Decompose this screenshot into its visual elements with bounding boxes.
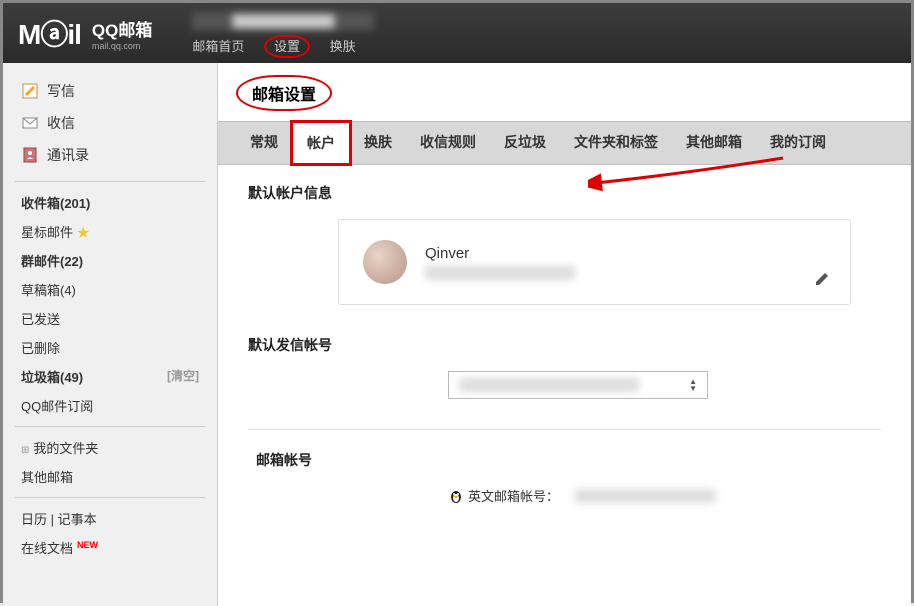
select-arrows-icon: ▲▼	[689, 378, 697, 392]
sidebar-docs[interactable]: 在线文档NEW	[3, 533, 217, 562]
nav-settings[interactable]: 设置	[264, 35, 310, 58]
receive-label: 收信	[47, 113, 75, 133]
main-content: 邮箱设置 常规 帐户 换肤 收信规则 反垃圾 文件夹和标签 其他邮箱 我的订阅 …	[218, 63, 911, 606]
sidebar: 写信 收信 通讯录 收件箱(201) 星标邮件 ★ 群邮件(22) 草稿箱(4)…	[3, 63, 218, 606]
receive-icon	[21, 114, 39, 132]
logo-mail-text: Mⓐil	[18, 13, 81, 53]
account-email-redacted	[425, 266, 575, 280]
brand-main: QQ邮箱	[92, 16, 152, 41]
header-bar: Mⓐil QQ邮箱 mail.qq.com ████████████ 邮箱首页 …	[3, 3, 911, 63]
edit-icon[interactable]	[814, 271, 830, 290]
sidebar-calendar-notes[interactable]: 日历 | 记事本	[3, 504, 217, 533]
user-display: ████████████	[192, 12, 374, 30]
spam-clear-action[interactable]: [清空]	[167, 367, 199, 386]
account-card: Qinver	[338, 219, 851, 305]
sidebar-drafts[interactable]: 草稿箱(4)	[3, 275, 217, 304]
tab-folders[interactable]: 文件夹和标签	[560, 122, 672, 164]
contacts-label: 通讯录	[47, 145, 89, 165]
nav-home[interactable]: 邮箱首页	[192, 39, 244, 54]
avatar	[363, 240, 407, 284]
contacts-icon	[21, 146, 39, 164]
sidebar-other-mailbox[interactable]: 其他邮箱	[3, 462, 217, 491]
sidebar-compose[interactable]: 写信	[17, 75, 203, 107]
account-name: Qinver	[425, 245, 575, 262]
logo-area: Mⓐil QQ邮箱 mail.qq.com	[18, 13, 152, 53]
select-value-redacted	[459, 378, 639, 392]
star-icon: ★	[77, 225, 90, 240]
sidebar-contacts[interactable]: 通讯录	[17, 139, 203, 171]
tab-subscription[interactable]: 我的订阅	[756, 122, 840, 164]
page-title: 邮箱设置	[236, 75, 332, 111]
settings-tabs: 常规 帐户 换肤 收信规则 反垃圾 文件夹和标签 其他邮箱 我的订阅	[218, 121, 911, 165]
section-mailbox-account: 邮箱帐号	[256, 450, 881, 470]
tab-general[interactable]: 常规	[236, 122, 292, 164]
sidebar-sent[interactable]: 已发送	[3, 304, 217, 333]
english-mailbox-value-redacted	[575, 489, 715, 503]
english-mailbox-label: 英文邮箱帐号：	[448, 486, 559, 505]
sidebar-spam[interactable]: 垃圾箱(49) [清空]	[3, 362, 217, 391]
compose-icon	[21, 82, 39, 100]
sidebar-group[interactable]: 群邮件(22)	[3, 246, 217, 275]
sidebar-starred[interactable]: 星标邮件 ★	[3, 217, 217, 246]
default-sender-select[interactable]: ▲▼	[448, 371, 708, 399]
tab-skin[interactable]: 换肤	[350, 122, 406, 164]
tab-rules[interactable]: 收信规则	[406, 122, 490, 164]
sidebar-myfolder[interactable]: ⊞我的文件夹	[3, 433, 217, 462]
section-default-sender: 默认发信帐号	[248, 335, 881, 355]
tab-other[interactable]: 其他邮箱	[672, 122, 756, 164]
section-default-account: 默认帐户信息	[248, 183, 881, 203]
new-badge: NEW	[77, 540, 98, 550]
sidebar-subscription[interactable]: QQ邮件订阅	[3, 391, 217, 420]
penguin-icon	[448, 488, 464, 504]
sidebar-receive[interactable]: 收信	[17, 107, 203, 139]
tab-spam[interactable]: 反垃圾	[490, 122, 560, 164]
nav-skin[interactable]: 换肤	[330, 39, 356, 54]
sidebar-deleted[interactable]: 已删除	[3, 333, 217, 362]
compose-label: 写信	[47, 81, 75, 101]
sidebar-inbox[interactable]: 收件箱(201)	[3, 188, 217, 217]
header-nav: 邮箱首页 设置 换肤	[192, 36, 374, 55]
tree-toggle-icon[interactable]: ⊞	[21, 445, 29, 456]
brand-sub: mail.qq.com	[92, 41, 152, 51]
tab-account[interactable]: 帐户	[290, 120, 352, 166]
